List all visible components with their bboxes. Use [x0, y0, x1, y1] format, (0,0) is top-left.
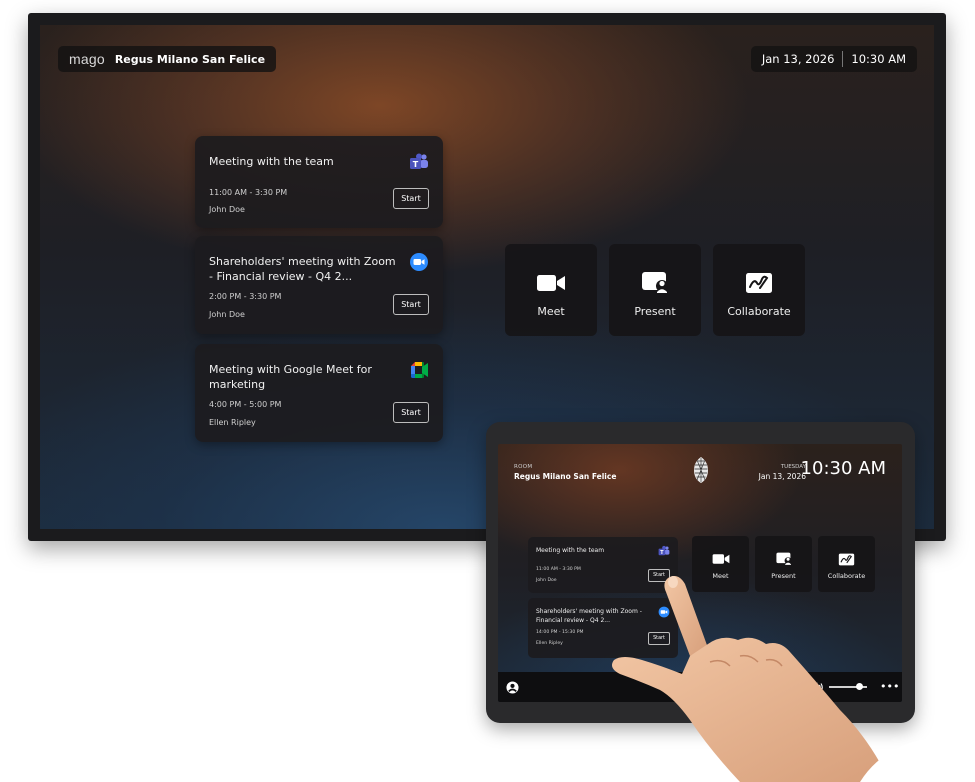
date-time-display: Jan 13, 2026 10:30 AM — [750, 46, 917, 72]
meeting-organizer: John Doe — [209, 205, 245, 214]
start-button[interactable]: Start — [393, 294, 429, 315]
room-name: Regus Milano San Felice — [514, 472, 617, 481]
present-button[interactable]: Present — [609, 244, 701, 336]
meeting-organizer: John Doe — [536, 578, 557, 583]
meet-button[interactable]: Meet — [505, 244, 597, 336]
meeting-title: Meeting with the team — [536, 547, 605, 554]
room-label: ROOM — [514, 464, 533, 470]
present-icon — [775, 552, 792, 565]
start-button[interactable]: Start — [393, 188, 429, 209]
meeting-card[interactable]: Meeting with the team T 11:00 AM - 3:30 … — [195, 136, 443, 228]
pinecone-logo-icon — [694, 457, 708, 483]
meeting-card[interactable]: Shareholders' meeting with Zoom - Financ… — [195, 236, 443, 334]
collaborate-label: Collaborate — [727, 305, 791, 318]
current-date: Jan 13, 2026 — [761, 52, 835, 66]
meeting-title: Meeting with Google Meet for marketing — [209, 363, 372, 391]
divider — [842, 51, 844, 67]
start-button[interactable]: Start — [393, 402, 429, 423]
microsoft-teams-icon: T — [658, 545, 670, 556]
meeting-organizer: Ellen Ripley — [209, 418, 256, 427]
present-label: Present — [634, 305, 676, 318]
whiteboard-icon — [838, 553, 855, 565]
meeting-title: Meeting with the team — [209, 155, 334, 168]
present-icon — [642, 272, 668, 293]
meeting-organizer: Ellen Ripley — [536, 641, 563, 646]
meeting-time: 11:00 AM - 3:30 PM — [536, 567, 581, 572]
meeting-time: 2:00 PM - 3:30 PM — [209, 292, 282, 301]
google-meet-icon — [411, 362, 428, 378]
hand-illustration — [612, 576, 975, 782]
current-time: 10:30 AM — [851, 52, 906, 66]
meeting-time: 4:00 PM - 5:00 PM — [209, 400, 282, 409]
whiteboard-icon — [746, 273, 772, 293]
microsoft-teams-icon: T — [410, 153, 428, 169]
current-time: 10:30 AM — [800, 458, 886, 479]
meeting-organizer: John Doe — [209, 310, 245, 319]
room-header: mago Regus Milano San Felice — [58, 46, 277, 72]
meeting-time: 11:00 AM - 3:30 PM — [209, 188, 288, 197]
video-camera-icon — [537, 275, 565, 291]
room-name: Regus Milano San Felice — [114, 52, 266, 66]
meeting-title: Shareholders' meeting with Zoom - Financ… — [209, 255, 396, 283]
meet-label: Meet — [537, 305, 565, 318]
zoom-icon — [410, 253, 428, 271]
meeting-card[interactable]: Meeting with Google Meet for marketing 4… — [195, 344, 443, 442]
current-date: Jan 13, 2026 — [758, 472, 806, 481]
video-camera-icon — [712, 554, 729, 564]
user-account-icon[interactable] — [506, 681, 519, 694]
brand-logo: mago — [69, 51, 105, 67]
collaborate-button[interactable]: Collaborate — [713, 244, 805, 336]
svg-text:T: T — [413, 160, 419, 169]
meeting-time: 14:00 PM - 15:30 PM — [536, 630, 584, 635]
